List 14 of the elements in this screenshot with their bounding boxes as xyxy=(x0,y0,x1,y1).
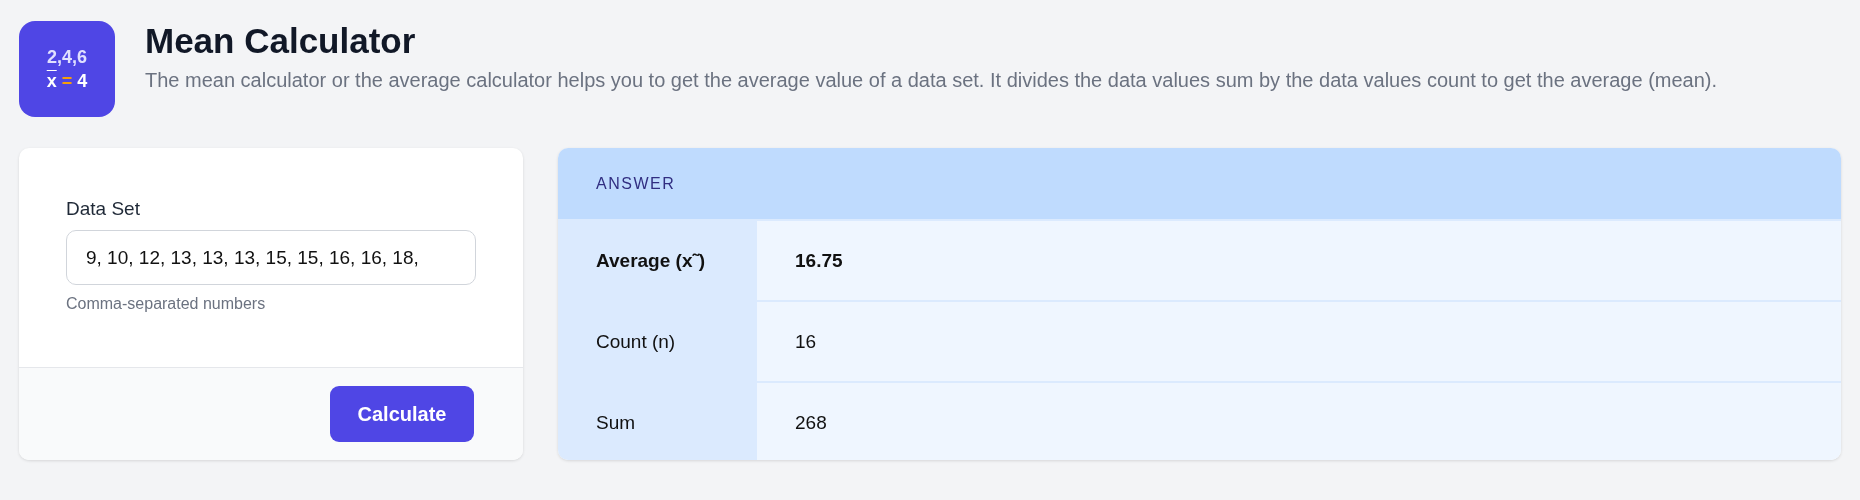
result-label: Count (n) xyxy=(596,330,676,353)
calculate-button[interactable]: Calculate xyxy=(330,386,474,442)
result-value: 16.75 xyxy=(795,249,843,272)
field-hint: Comma-separated numbers xyxy=(66,295,267,313)
result-value: 16 xyxy=(795,330,817,353)
page-title: Mean Calculator xyxy=(145,21,417,61)
field-label: Data Set xyxy=(66,198,141,220)
result-label: Sum xyxy=(596,411,636,434)
input-field[interactable]: 9, 10, 12, 13, 13, 13, 15, 15, 16, 16, 18, xyxy=(66,230,476,285)
result-label: Average (x˜) xyxy=(596,249,706,272)
answer-heading: ANSWER xyxy=(596,174,676,193)
calculator-logo: 2,4,6 x = 4 xyxy=(19,21,115,117)
result-value: 268 xyxy=(795,411,827,434)
description: The mean calculator or the average calculator helps you to get the average value of a data set. It divides the data values sum by the data values count to get the average (mean). xyxy=(145,68,1718,93)
